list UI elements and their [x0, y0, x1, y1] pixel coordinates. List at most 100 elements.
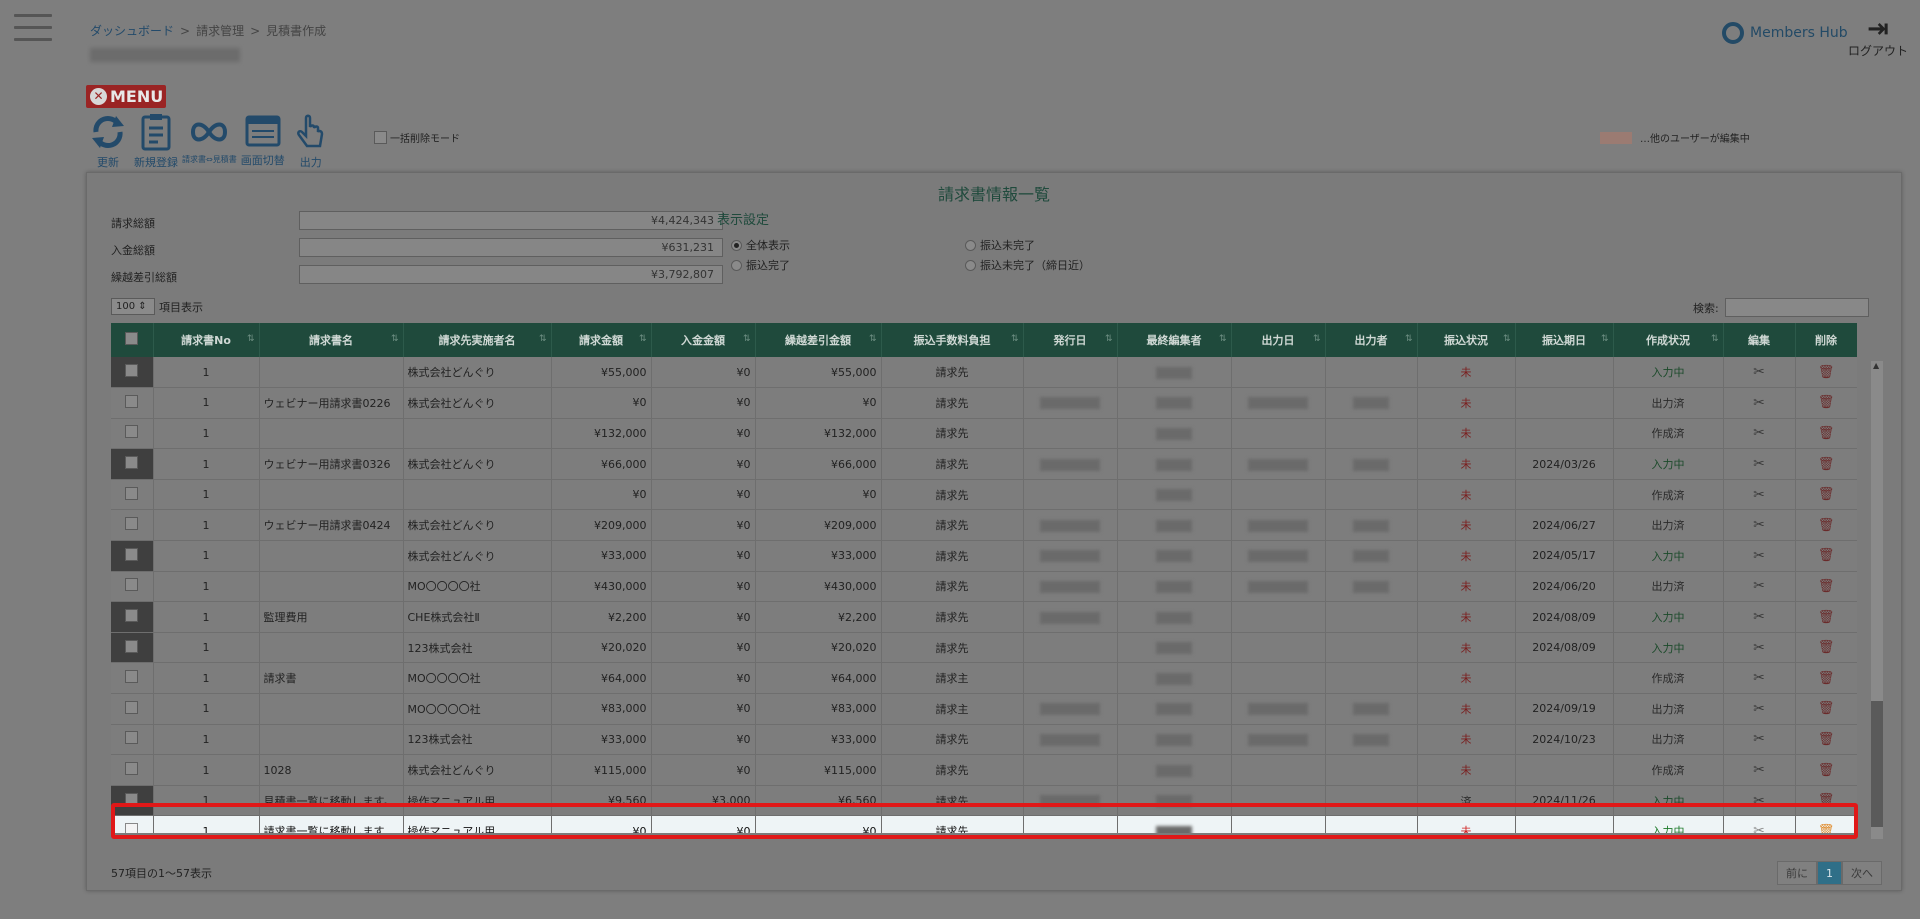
table-row[interactable]: 1 ¥132,000 ¥0 ¥132,000 請求先未作成済 ✂ 🗑: [111, 418, 1857, 450]
table-row[interactable]: 1 請求書一覧に移動します 操作マニュアル用 ¥0 ¥0 ¥0 請求先未入力中 ✂ 🗑: [111, 815, 1857, 833]
edit-tools-icon[interactable]: ✂: [1753, 762, 1765, 778]
table-row[interactable]: 1 MO〇〇〇〇社 ¥83,000 ¥0 ¥83,000 請求主未 2024/09/19 出力…: [111, 693, 1857, 725]
table-row[interactable]: 1 ウェビナー用請求書0424 株式会社どんぐり ¥209,000 ¥0 ¥209,000…: [111, 509, 1857, 542]
next-page-button[interactable]: 次へ: [1842, 861, 1882, 885]
table-row[interactable]: 1 監理費用 CHE株式会社Ⅱ ¥2,200 ¥0 ¥2,200 請求先未 2024/08/0…: [111, 601, 1857, 633]
edit-tools-icon[interactable]: ✂: [1753, 578, 1765, 594]
header-client-name[interactable]: 請求先実施者名 ⇅: [403, 323, 552, 357]
table-row[interactable]: 1 株式会社どんぐり ¥33,000 ¥0 ¥33,000 請求先未 2024/05/17 入…: [111, 540, 1857, 572]
new-register-button[interactable]: 新規登録: [134, 112, 178, 169]
table-row[interactable]: 1 請求書 MO〇〇〇〇社 ¥64,000 ¥0 ¥64,000 請求主未作成済 ✂ 🗑: [111, 662, 1857, 695]
row-checkbox[interactable]: [125, 547, 139, 561]
radio-unpaid-near-due[interactable]: 振込未完了（締日近）: [965, 257, 1090, 273]
edit-tools-icon[interactable]: ✂: [1753, 456, 1765, 472]
header-fee[interactable]: 振込手数料負担 ⇅: [881, 323, 1024, 357]
row-checkbox[interactable]: [125, 394, 139, 408]
header-issued[interactable]: 発行日 ⇅: [1023, 323, 1118, 357]
edit-tools-icon[interactable]: ✂: [1753, 395, 1765, 411]
edit-tools-icon[interactable]: ✂: [1753, 701, 1765, 717]
row-checkbox[interactable]: [125, 823, 139, 833]
invoice-estimate-switch-button[interactable]: 請求書⇔見積書: [182, 112, 237, 168]
table-row[interactable]: 1 ウェビナー用請求書0326 株式会社どんぐり ¥66,000 ¥0 ¥66,000 請求…: [111, 448, 1857, 480]
refresh-button[interactable]: 更新: [86, 112, 130, 169]
trash-icon[interactable]: 🗑: [1818, 365, 1835, 380]
trash-icon[interactable]: 🗑: [1818, 824, 1835, 833]
radio-paid[interactable]: 振込完了: [731, 257, 790, 273]
prev-page-button[interactable]: 前に: [1777, 861, 1817, 885]
header-amount[interactable]: 請求金額 ⇅: [551, 323, 652, 357]
search-input[interactable]: [1724, 298, 1869, 317]
logout-button[interactable]: ⇥ ログアウト: [1848, 16, 1908, 59]
trash-icon[interactable]: 🗑: [1818, 426, 1835, 441]
row-checkbox[interactable]: [125, 731, 139, 745]
table-row[interactable]: 1 ¥0 ¥0 ¥0 請求先未作成済 ✂ 🗑: [111, 479, 1857, 511]
row-checkbox[interactable]: [125, 639, 139, 653]
row-checkbox[interactable]: [125, 609, 139, 623]
header-due-date[interactable]: 振込期日 ⇅: [1515, 323, 1614, 357]
hamburger-menu-icon[interactable]: [14, 14, 52, 42]
header-editor[interactable]: 最終編集者 ⇅: [1117, 323, 1232, 357]
header-balance[interactable]: 繰越差引金額 ⇅: [755, 323, 882, 357]
trash-icon[interactable]: 🗑: [1818, 457, 1835, 472]
trash-icon[interactable]: 🗑: [1818, 701, 1835, 716]
row-checkbox[interactable]: [125, 517, 139, 531]
breadcrumb-billing[interactable]: 請求管理: [196, 24, 244, 38]
output-button[interactable]: 出力: [289, 112, 333, 169]
menu-toggle-button[interactable]: ✕ MENU: [86, 85, 166, 108]
row-checkbox[interactable]: [125, 456, 139, 470]
row-checkbox[interactable]: [125, 792, 139, 806]
edit-tools-icon[interactable]: ✂: [1753, 823, 1765, 833]
radio-all[interactable]: 全体表示: [731, 237, 790, 253]
header-paid[interactable]: 入金金額 ⇅: [651, 323, 756, 357]
header-creation-status[interactable]: 作成状況 ⇅: [1613, 323, 1724, 357]
row-checkbox[interactable]: [125, 425, 139, 439]
header-transfer-status[interactable]: 振込状況 ⇅: [1417, 323, 1516, 357]
table-row[interactable]: 1 1028 株式会社どんぐり ¥115,000 ¥0 ¥115,000 請求先未作成済 ✂ 🗑: [111, 754, 1857, 786]
radio-unpaid[interactable]: 振込未完了: [965, 237, 1035, 253]
trash-icon[interactable]: 🗑: [1818, 395, 1835, 410]
header-outputter[interactable]: 出力者 ⇅: [1325, 323, 1418, 357]
edit-tools-icon[interactable]: ✂: [1753, 487, 1765, 503]
table-row[interactable]: 1 MO〇〇〇〇社 ¥430,000 ¥0 ¥430,000 請求先未 2024/06/20…: [111, 571, 1857, 603]
table-row[interactable]: 1 見積書一覧に移動します。 操作マニュアル用 ¥9,560 ¥3,000 ¥6,560 請…: [111, 785, 1857, 817]
trash-icon[interactable]: 🗑: [1818, 518, 1835, 533]
table-scrollbar[interactable]: ▲: [1871, 361, 1883, 839]
trash-icon[interactable]: 🗑: [1818, 671, 1835, 686]
table-row[interactable]: 1 123株式会社 ¥20,020 ¥0 ¥20,020 請求先未 2024/08/09 入力…: [111, 632, 1857, 664]
table-row[interactable]: 1 123株式会社 ¥33,000 ¥0 ¥33,000 請求先未 2024/10/23 出力…: [111, 724, 1857, 756]
row-checkbox[interactable]: [125, 762, 139, 776]
edit-tools-icon[interactable]: ✂: [1753, 609, 1765, 625]
per-page-select[interactable]: 100 ⇕: [111, 298, 155, 315]
row-checkbox[interactable]: [125, 486, 139, 500]
trash-icon[interactable]: 🗑: [1818, 548, 1835, 563]
scroll-up-icon[interactable]: ▲: [1873, 361, 1879, 370]
header-output-date[interactable]: 出力日 ⇅: [1231, 323, 1326, 357]
select-all-checkbox[interactable]: [125, 332, 139, 345]
screen-switch-button[interactable]: 画面切替: [241, 112, 285, 168]
scrollbar-thumb[interactable]: [1871, 701, 1883, 827]
trash-icon[interactable]: 🗑: [1818, 610, 1835, 625]
bulk-delete-checkbox[interactable]: [374, 131, 387, 144]
trash-icon[interactable]: 🗑: [1818, 487, 1835, 502]
edit-tools-icon[interactable]: ✂: [1753, 548, 1765, 564]
edit-tools-icon[interactable]: ✂: [1753, 670, 1765, 686]
trash-icon[interactable]: 🗑: [1818, 793, 1835, 808]
row-checkbox[interactable]: [125, 700, 139, 714]
row-checkbox[interactable]: [125, 364, 139, 378]
trash-icon[interactable]: 🗑: [1818, 732, 1835, 747]
trash-icon[interactable]: 🗑: [1818, 640, 1835, 655]
edit-tools-icon[interactable]: ✂: [1753, 793, 1765, 809]
edit-tools-icon[interactable]: ✂: [1753, 425, 1765, 441]
edit-tools-icon[interactable]: ✂: [1753, 364, 1765, 380]
edit-tools-icon[interactable]: ✂: [1753, 731, 1765, 747]
trash-icon[interactable]: 🗑: [1818, 579, 1835, 594]
trash-icon[interactable]: 🗑: [1818, 763, 1835, 778]
header-invoice-name[interactable]: 請求書名 ⇅: [259, 323, 404, 357]
header-invoice-no[interactable]: 請求書No ⇅: [153, 323, 260, 357]
page-1-button[interactable]: 1: [1817, 861, 1842, 885]
table-row[interactable]: 1 株式会社どんぐり ¥55,000 ¥0 ¥55,000 請求先未入力中 ✂ 🗑: [111, 357, 1857, 389]
breadcrumb-dashboard[interactable]: ダッシュボード: [90, 24, 174, 38]
table-row[interactable]: 1 ウェビナー用請求書0226 株式会社どんぐり ¥0 ¥0 ¥0 請求先未出力済 ✂ 🗑: [111, 387, 1857, 419]
row-checkbox[interactable]: [125, 578, 139, 592]
edit-tools-icon[interactable]: ✂: [1753, 517, 1765, 533]
